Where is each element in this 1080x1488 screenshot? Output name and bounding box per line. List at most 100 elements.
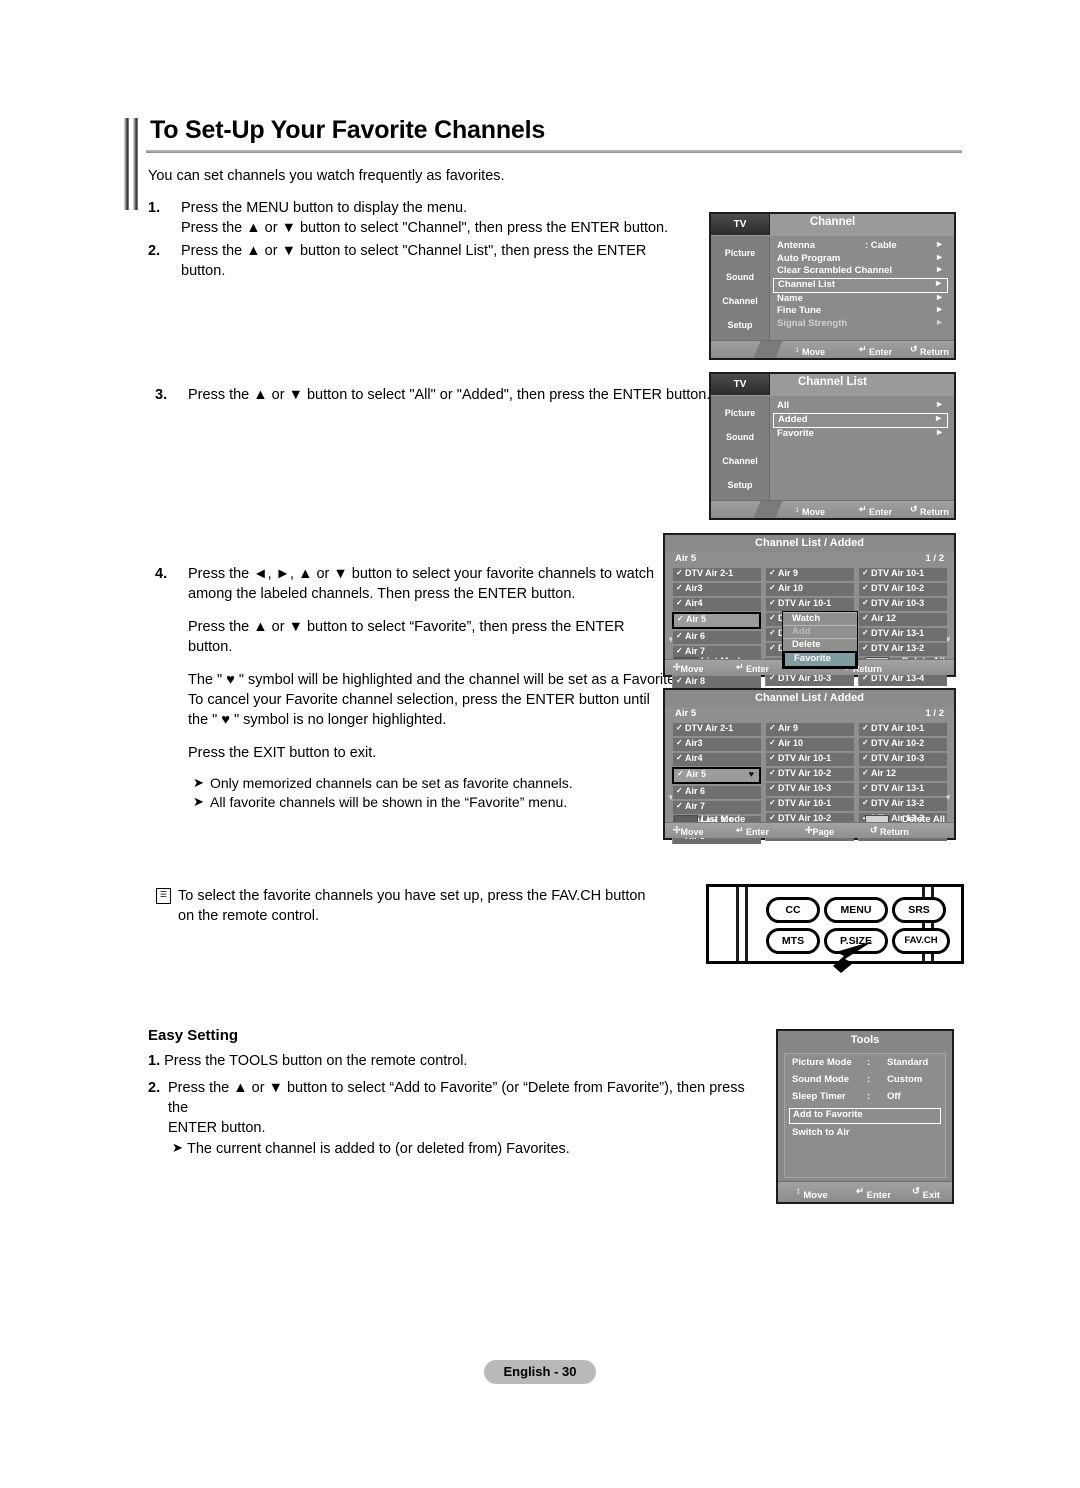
channel-cell[interactable]: ✓DTV Air 10-1 <box>765 752 854 766</box>
channel-cell[interactable]: ✓ Air 6 <box>672 785 761 799</box>
channel-cell[interactable]: ✓ DTV Air 2-1 <box>672 722 761 736</box>
menu-item-name[interactable]: Name ► <box>773 292 948 306</box>
arrow-right-icon: ► <box>935 304 944 314</box>
footer-enter: ↵ Enter <box>736 662 770 674</box>
channel-cell[interactable]: ✓DTV Air 10-1 <box>765 597 854 611</box>
sidebar-item-channel[interactable]: Channel <box>711 456 769 466</box>
favch-note: ☰ To select the favorite channels you ha… <box>156 886 646 926</box>
channel-cell[interactable]: ✓ Air 12 <box>858 612 947 626</box>
channel-cell[interactable]: ✓DTV Air 10-2 <box>765 767 854 781</box>
channel-cell[interactable]: ✓DTV Air 10-1 <box>858 722 947 736</box>
menu-item-antenna[interactable]: Antenna : Cable ► <box>773 239 948 253</box>
check-icon: ✓ <box>769 768 776 777</box>
check-icon: ✓ <box>862 628 869 637</box>
page-title: To Set-Up Your Favorite Channels <box>150 116 546 144</box>
tools-panel: Picture Mode : Standard Sound Mode : Cus… <box>784 1053 946 1178</box>
title-divider <box>146 150 962 153</box>
sidebar-item-sound[interactable]: Sound <box>711 272 769 282</box>
step-2-line-2: button. <box>181 263 226 279</box>
channel-cell[interactable]: ✓ Air3 <box>672 582 761 596</box>
remote-key-favch[interactable]: FAV.CH <box>892 928 950 954</box>
step-4-bullet-1: ➤ Only memorized channels can be set as … <box>193 774 715 793</box>
arrow-right-icon: ► <box>935 264 944 274</box>
channel-cell[interactable]: ✓ Air 10 <box>765 737 854 751</box>
popup-item-favorite[interactable]: Favorite <box>783 651 857 668</box>
channel-cell[interactable]: ✓DTV Air 10-1 <box>858 567 947 581</box>
sidebar-item-sound[interactable]: Sound <box>711 432 769 442</box>
channel-cell[interactable]: ✓ Air 9 <box>765 567 854 581</box>
channel-cell[interactable]: ✓ Air 7 <box>672 800 761 814</box>
menu-item-auto-program[interactable]: Auto Program ► <box>773 252 948 266</box>
sidebar-item-picture[interactable]: Picture <box>711 248 769 258</box>
tools-switch-to-air-label: Switch to Air <box>792 1127 850 1138</box>
title-decoration-bars <box>124 118 140 210</box>
bullet-arrow-icon: ➤ <box>193 794 204 809</box>
channel-name: Air 12 <box>871 768 897 778</box>
check-icon: ✓ <box>769 723 776 732</box>
channel-cell[interactable]: ✓DTV Air 10-3 <box>858 752 947 766</box>
channel-cell-selected[interactable]: ✓ Air 5 <box>672 612 761 629</box>
footer-enter: ↵ Enter <box>859 344 893 357</box>
check-icon: ✓ <box>676 676 683 685</box>
menu-item-fine-tune[interactable]: Fine Tune ► <box>773 304 948 318</box>
channel-cell[interactable]: ✓ DTV Air 13-1 <box>858 627 947 641</box>
channel-name: Air 10 <box>778 738 804 748</box>
step-3-line-1: Press the ▲ or ▼ button to select "All" … <box>188 387 711 403</box>
channel-name: DTV Air 10-1 <box>871 568 925 578</box>
tools-item-sleep-timer[interactable]: Sleep Timer : Off <box>789 1091 941 1105</box>
channel-cell[interactable]: ✓DTV Air 10-2 <box>858 737 947 751</box>
channel-cell[interactable]: ✓ Air4 <box>672 752 761 766</box>
channel-cell[interactable]: ✓ Air3 <box>672 737 761 751</box>
tools-sound-mode-value: Custom <box>887 1074 923 1085</box>
menu-item-clear-scrambled-channel[interactable]: Clear Scrambled Channel ► <box>773 264 948 278</box>
channel-cell[interactable]: ✓DTV Air 10-3 <box>858 597 947 611</box>
check-icon: ✓ <box>676 583 683 592</box>
remote-key-menu[interactable]: MENU <box>824 897 888 923</box>
channel-cell[interactable]: ✓DTV Air 10-2 <box>858 582 947 596</box>
channel-cell[interactable]: ✓ Air 9 <box>765 722 854 736</box>
channel-cell[interactable]: ✓ DTV Air 13-2 <box>858 642 947 656</box>
channel-cell[interactable]: ✓DTV Air 10-3 <box>765 782 854 796</box>
sidebar-item-channel[interactable]: Channel <box>711 296 769 306</box>
channel-cell[interactable]: ✓ Air4 <box>672 597 761 611</box>
step-1-line-1: Press the MENU button to display the men… <box>181 200 468 216</box>
step-2: 2. Press the ▲ or ▼ button to select "Ch… <box>148 241 708 281</box>
remote-key-srs[interactable]: SRS <box>892 897 946 923</box>
channel-cell[interactable]: ✓ Air 6 <box>672 630 761 644</box>
remote-key-mts[interactable]: MTS <box>766 928 820 954</box>
step-4-para-4: Press the EXIT button to exit. <box>188 745 377 761</box>
menu-item-all[interactable]: All ► <box>773 399 948 413</box>
channel-cell[interactable]: ✓ Air 12 <box>858 767 947 781</box>
menu-item-channel-list[interactable]: Channel List ► <box>773 277 948 293</box>
popup-item-watch[interactable]: Watch <box>783 612 857 625</box>
menu-item-signal-strength[interactable]: Signal Strength ► <box>773 317 948 331</box>
sidebar-item-picture[interactable]: Picture <box>711 408 769 418</box>
arrow-right-icon: ► <box>934 412 943 423</box>
tools-item-switch-to-air[interactable]: Switch to Air <box>789 1127 941 1141</box>
check-icon: ✓ <box>769 583 776 592</box>
step-2-line-1: Press the ▲ or ▼ button to select "Chann… <box>181 243 647 259</box>
channel-cell-selected[interactable]: ✓ Air 5 ♥ <box>672 767 761 784</box>
channel-cell[interactable]: ✓ Air 10 <box>765 582 854 596</box>
channel-cell[interactable]: ✓ DTV Air 13-2 <box>858 797 947 811</box>
popup-item-add[interactable]: Add <box>783 625 857 638</box>
tools-item-sound-mode[interactable]: Sound Mode : Custom <box>789 1074 941 1088</box>
sidebar-item-setup[interactable]: Setup <box>711 320 769 330</box>
channel-cell[interactable]: ✓DTV Air 10-1 <box>765 797 854 811</box>
bullet-arrow-icon: ➤ <box>193 775 204 790</box>
channel-cell[interactable]: ✓ DTV Air 13-1 <box>858 782 947 796</box>
menu-item-favorite[interactable]: Favorite ► <box>773 427 948 441</box>
clist-fav-title: Channel List / Added <box>665 690 954 707</box>
channel-cell[interactable]: ✓Air 8 <box>672 675 761 689</box>
channel-cell[interactable]: ✓ DTV Air 2-1 <box>672 567 761 581</box>
easy-setting-heading: Easy Setting <box>148 1027 239 1044</box>
tools-item-picture-mode[interactable]: Picture Mode : Standard <box>789 1057 941 1071</box>
popup-item-delete[interactable]: Delete <box>783 638 857 651</box>
check-icon: ✓ <box>676 646 683 655</box>
remote-key-cc[interactable]: CC <box>766 897 820 923</box>
sidebar-item-setup[interactable]: Setup <box>711 480 769 490</box>
tools-item-add-to-favorite[interactable]: Add to Favorite <box>789 1108 941 1124</box>
menu-item-added[interactable]: Added ► <box>773 412 948 428</box>
easy-step-2-line-2: ENTER button. <box>168 1120 266 1136</box>
footer-move: ✢ Move <box>673 825 704 837</box>
